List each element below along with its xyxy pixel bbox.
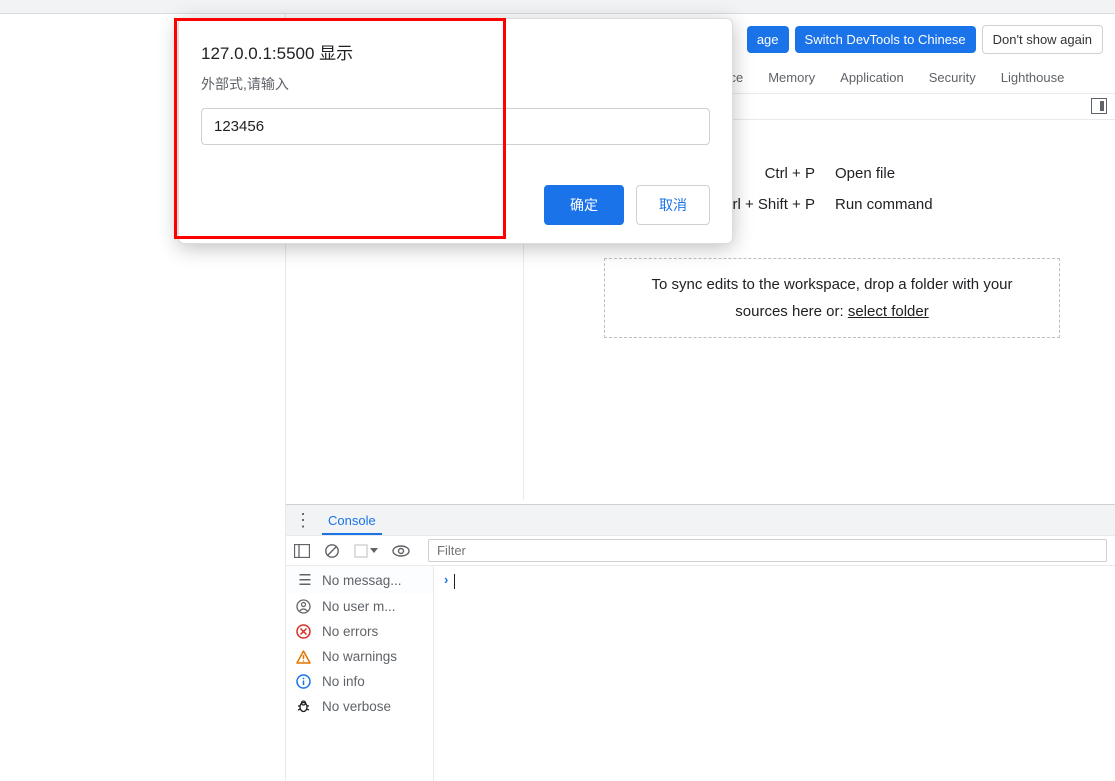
filter-user-messages[interactable]: No user m...: [286, 594, 433, 619]
filter-label: No warnings: [322, 649, 397, 664]
console-body: ☰ No messag... No user m... No errors No…: [286, 566, 1115, 781]
tab-memory[interactable]: Memory: [768, 70, 815, 85]
user-icon: [296, 599, 314, 614]
select-folder-link[interactable]: select folder: [848, 303, 929, 320]
tab-lighthouse[interactable]: Lighthouse: [1001, 70, 1065, 85]
filter-warnings[interactable]: No warnings: [286, 644, 433, 669]
console-input[interactable]: ›: [434, 566, 1115, 781]
live-expression-icon[interactable]: [392, 545, 410, 557]
console-filter-input[interactable]: [428, 539, 1107, 562]
clear-console-icon[interactable]: [324, 543, 340, 559]
filter-label: No messag...: [322, 573, 402, 588]
filter-verbose[interactable]: No verbose: [286, 694, 433, 719]
console-filter-sidebar: ☰ No messag... No user m... No errors No…: [286, 566, 434, 781]
console-toolbar: [286, 536, 1115, 566]
devtools-language-banner: age Switch DevTools to Chinese Don't sho…: [747, 25, 1103, 54]
tab-security[interactable]: Security: [929, 70, 976, 85]
dont-show-again-button[interactable]: Don't show again: [982, 25, 1103, 54]
filter-info[interactable]: No info: [286, 669, 433, 694]
dialog-cancel-button[interactable]: 取消: [636, 185, 710, 225]
filter-errors[interactable]: No errors: [286, 619, 433, 644]
filter-label: No errors: [322, 624, 378, 639]
filter-label: No info: [322, 674, 365, 689]
kebab-menu-icon[interactable]: ⋮: [294, 510, 312, 531]
filter-messages[interactable]: ☰ No messag...: [286, 566, 433, 594]
warning-icon: [296, 650, 314, 664]
toggle-panel-icon[interactable]: [1091, 98, 1107, 114]
console-drawer-header: ⋮ Console: [286, 504, 1115, 536]
dialog-title: 127.0.0.1:5500 显示: [201, 39, 710, 64]
toggle-sidebar-icon[interactable]: [294, 544, 310, 558]
dropzone-text: To sync edits to the workspace, drop a f…: [651, 276, 1012, 320]
tab-console[interactable]: Console: [322, 506, 382, 535]
switch-devtools-chinese-button[interactable]: Switch DevTools to Chinese: [795, 26, 976, 53]
dialog-prompt-input[interactable]: [201, 108, 710, 145]
dialog-button-row: 确定 取消: [201, 185, 710, 225]
shortcut-label: Open file: [835, 165, 895, 182]
prompt-chevron-icon: ›: [444, 572, 448, 587]
context-dropdown-icon[interactable]: [354, 544, 378, 558]
text-cursor: [454, 574, 455, 589]
browser-chrome-strip: [0, 0, 1115, 14]
dialog-message: 外部式,请输入: [201, 74, 710, 94]
filter-label: No user m...: [322, 599, 396, 614]
bug-icon: [296, 699, 314, 714]
tab-application[interactable]: Application: [840, 70, 904, 85]
info-icon: [296, 674, 314, 689]
change-language-button[interactable]: age: [747, 26, 789, 53]
devtools-tabs: ance Memory Application Security Lightho…: [715, 62, 1115, 94]
dialog-ok-button[interactable]: 确定: [544, 185, 624, 225]
filter-label: No verbose: [322, 699, 391, 714]
list-icon: ☰: [296, 571, 314, 589]
shortcut-label: Run command: [835, 196, 933, 213]
workspace-dropzone[interactable]: To sync edits to the workspace, drop a f…: [604, 258, 1060, 338]
js-prompt-dialog: 127.0.0.1:5500 显示 外部式,请输入 确定 取消: [178, 18, 733, 244]
error-icon: [296, 624, 314, 639]
